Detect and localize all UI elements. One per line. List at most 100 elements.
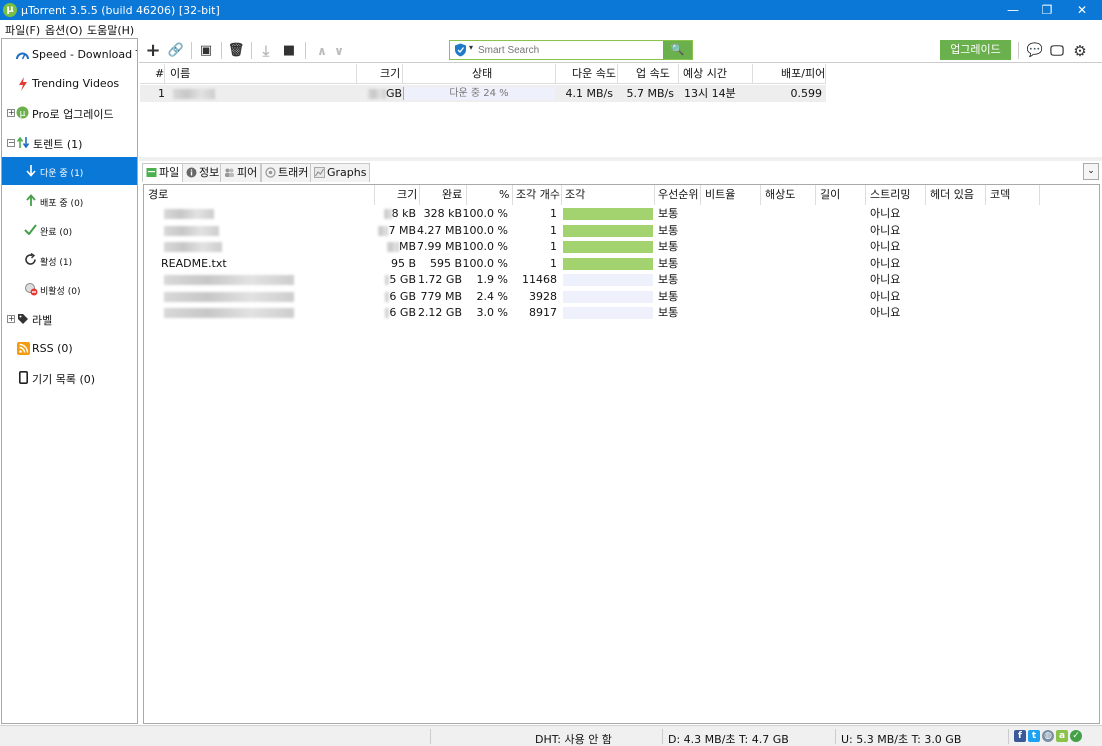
expand-icon[interactable]: + xyxy=(7,109,15,117)
table-row[interactable]: 8 kB 328 kB 100.0 % 1 보통 아니요 xyxy=(144,206,1099,222)
file-icon xyxy=(146,168,157,177)
sidebar-item-trending[interactable]: Trending Videos xyxy=(2,70,137,98)
window-title: µTorrent 3.5.5 (build 46206) [32-bit] xyxy=(21,4,220,17)
download-status[interactable]: D: 4.3 MB/초 T: 4.7 GB xyxy=(668,731,789,746)
inactive-icon xyxy=(25,283,38,296)
tab-peers[interactable]: 피어 xyxy=(220,163,262,182)
column-header-status[interactable]: 상태 xyxy=(472,64,492,84)
column-header-percent[interactable]: % xyxy=(499,185,509,205)
file-priority[interactable]: 보통 xyxy=(658,256,678,272)
tab-graphs[interactable]: Graphs xyxy=(310,163,371,182)
column-header-bitrate[interactable]: 비트율 xyxy=(705,185,735,205)
peers-icon xyxy=(225,168,234,177)
add-torrent-button[interactable]: + xyxy=(143,41,163,61)
tab-info[interactable]: 정보 xyxy=(182,163,224,182)
search-button[interactable]: 🔍 xyxy=(663,41,692,59)
tab-files[interactable]: 파일 xyxy=(142,163,184,182)
create-torrent-button[interactable]: ▣ xyxy=(196,41,216,61)
column-header-path[interactable]: 경로 xyxy=(148,185,168,205)
sidebar-item-speed[interactable]: Speed - Download Torre xyxy=(2,41,137,69)
sidebar-item-rss[interactable]: RSS (0) xyxy=(2,335,137,363)
table-row[interactable]: 1 GB 다운 중 24 % 4.1 MB/s 5.7 MB/s 13시 14분… xyxy=(140,85,826,102)
column-header-size[interactable]: 크기 xyxy=(380,64,400,84)
column-header-size[interactable]: 크기 xyxy=(397,185,417,205)
tab-trackers[interactable]: 트래커 xyxy=(261,163,313,182)
column-header-eta[interactable]: 예상 시간 xyxy=(683,64,727,84)
dht-status[interactable]: DHT: 사용 안 함 xyxy=(535,731,612,746)
smart-search-box[interactable]: ▾ 🔍 xyxy=(449,40,693,60)
column-header-number[interactable]: # xyxy=(155,64,164,84)
column-header-codec[interactable]: 코덱 xyxy=(990,185,1010,205)
collapse-details-button[interactable]: ⌄ xyxy=(1083,163,1099,180)
add-link-button[interactable]: 🔗 xyxy=(166,41,186,61)
sidebar-item-completed[interactable]: 완료 (0) xyxy=(2,216,137,244)
table-row[interactable]: 6 GB 2.12 GB 3.0 % 8917 보통 아니요 xyxy=(144,305,1099,321)
chat-icon[interactable]: 💬 xyxy=(1025,41,1045,61)
minimize-button[interactable]: — xyxy=(998,0,1028,20)
table-row[interactable]: 7 MB 4.27 MB 100.0 % 1 보통 아니요 xyxy=(144,223,1099,239)
gear-icon[interactable]: ⚙ xyxy=(1070,41,1090,61)
table-row[interactable]: README.txt 95 B 595 B 100.0 % 1 보통 아니요 xyxy=(144,256,1099,272)
upgrade-button[interactable]: 업그레이드 xyxy=(940,40,1011,60)
table-row[interactable]: 6 GB 779 MB 2.4 % 3928 보통 아니요 xyxy=(144,289,1099,305)
table-row[interactable]: 5 GB 1.72 GB 1.9 % 11468 보통 아니요 xyxy=(144,272,1099,288)
start-button[interactable]: ⤓ xyxy=(256,41,276,61)
move-down-button[interactable]: ∨ xyxy=(329,41,349,61)
sidebar-item-devices[interactable]: 기기 목록 (0) xyxy=(2,364,137,392)
upload-status[interactable]: U: 5.3 MB/초 T: 3.0 GB xyxy=(841,731,961,746)
file-priority[interactable]: 보통 xyxy=(658,223,678,239)
column-header-down-speed[interactable]: 다운 속도 xyxy=(572,64,616,84)
sidebar-item-pro-upgrade[interactable]: + µ Pro로 업그레이드 xyxy=(2,99,137,127)
column-header-length[interactable]: 길이 xyxy=(820,185,840,205)
sidebar-item-downloading[interactable]: 다운 중 (1) xyxy=(2,157,137,185)
restore-button[interactable]: ❐ xyxy=(1032,0,1062,20)
column-header-priority[interactable]: 우선순위 xyxy=(658,185,698,205)
file-pieces-bar xyxy=(563,290,653,303)
stop-button[interactable]: ■ xyxy=(279,41,299,61)
twitter-icon[interactable]: t xyxy=(1028,730,1040,742)
column-header-streaming[interactable]: 스트리밍 xyxy=(870,185,910,205)
file-percent: 100.0 % xyxy=(462,240,508,253)
collapse-icon[interactable]: − xyxy=(7,139,15,147)
menu-file[interactable]: 파일(F) xyxy=(5,22,40,38)
sidebar-item-torrents[interactable]: − 토렌트 (1) xyxy=(2,129,137,157)
table-row[interactable]: MB 7.99 MB 100.0 % 1 보통 아니요 xyxy=(144,239,1099,255)
file-priority[interactable]: 보통 xyxy=(658,272,678,288)
file-path xyxy=(164,289,294,305)
file-pieces-bar xyxy=(563,307,653,319)
column-header-ratio[interactable]: 배포/피어 xyxy=(781,64,825,84)
sidebar-item-seeding[interactable]: 배포 중 (0) xyxy=(2,187,137,215)
web-icon[interactable]: ◍ xyxy=(1042,730,1054,742)
menu-options[interactable]: 옵션(O) xyxy=(45,22,82,38)
sidebar-item-inactive[interactable]: 비활성 (0) xyxy=(2,275,137,303)
facebook-icon[interactable]: f xyxy=(1014,730,1026,742)
file-done: 4.27 MB xyxy=(416,223,462,237)
column-header-piece-count[interactable]: 조각 개수 xyxy=(516,185,560,205)
file-percent: 100.0 % xyxy=(462,207,508,220)
column-header-resolution[interactable]: 해상도 xyxy=(765,185,795,205)
search-provider-dropdown[interactable]: ▾ xyxy=(469,43,473,52)
torrent-list: # 이름 크기 상태 다운 속도 업 속도 예상 시간 배포/피어 1 GB 다… xyxy=(140,64,1101,156)
column-header-pieces[interactable]: 조각 xyxy=(565,185,585,205)
sidebar-item-active[interactable]: 활성 (1) xyxy=(2,246,137,274)
column-separator xyxy=(561,185,562,205)
column-header-done[interactable]: 완료 xyxy=(442,185,462,205)
title-bar[interactable]: µ µTorrent 3.5.5 (build 46206) [32-bit] … xyxy=(0,0,1102,20)
sidebar-item-labels[interactable]: + 라벨 xyxy=(2,305,137,333)
close-button[interactable]: ✕ xyxy=(1067,0,1097,20)
android-icon[interactable]: a xyxy=(1056,730,1068,742)
remote-monitor-icon[interactable]: 🖵 xyxy=(1047,41,1067,61)
file-priority[interactable]: 보통 xyxy=(658,239,678,255)
column-header-name[interactable]: 이름 xyxy=(170,64,190,84)
search-input[interactable] xyxy=(478,42,664,58)
file-priority[interactable]: 보통 xyxy=(658,289,678,305)
remove-button[interactable]: 🗑 xyxy=(226,41,246,61)
toolbar-separator xyxy=(305,42,306,59)
expand-icon[interactable]: + xyxy=(7,315,15,323)
file-priority[interactable]: 보통 xyxy=(658,206,678,222)
column-header-has-header[interactable]: 헤더 있음 xyxy=(930,185,974,205)
column-header-up-speed[interactable]: 업 속도 xyxy=(636,64,670,84)
menu-help[interactable]: 도움말(H) xyxy=(87,22,134,38)
column-separator xyxy=(700,185,701,205)
file-priority[interactable]: 보통 xyxy=(658,305,678,321)
